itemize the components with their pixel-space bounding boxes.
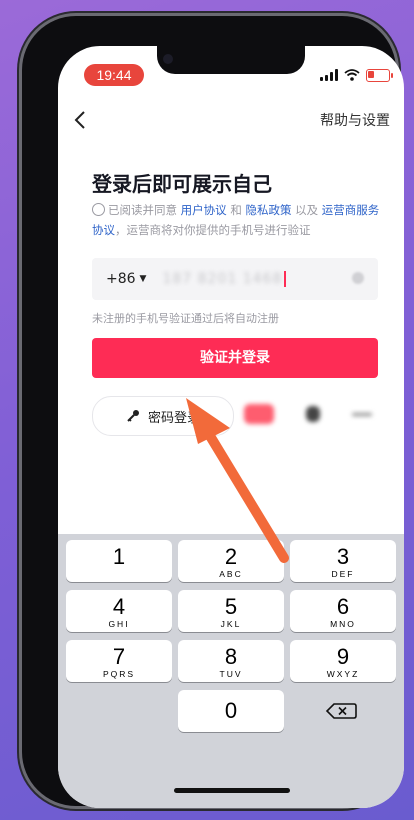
key-3-number: 3 (336, 544, 350, 569)
key-7-letters: PQRS (102, 669, 136, 679)
numeric-keypad: 1 2 ABC 3 DEF 4 GHI 5 JKL 6 MNO 7 PQRS 8 TUV 9W… (58, 534, 404, 808)
key-4-number: 4 (112, 594, 126, 619)
agreement-text: 已阅读并同意 用户协议 和 隐私政策 以及 运营商服务协议，运营商将对你提供的手… (92, 200, 382, 240)
key-5[interactable]: 5 JKL (178, 590, 284, 632)
privacy-policy-link[interactable]: 隐私政策 (245, 203, 291, 217)
agreement-suffix: ，运营商将对你提供的手机号进行验证 (115, 223, 311, 237)
back-button[interactable] (74, 108, 86, 136)
password-login-label: 密码登录 (147, 410, 200, 426)
help-settings-link[interactable]: 帮助与设置 (320, 110, 390, 130)
country-code-select[interactable]: +86 (106, 271, 136, 287)
other-login-methods (244, 404, 372, 424)
camera-icon (163, 54, 173, 64)
battery-icon (366, 68, 393, 82)
agreement-and-2: 以及 (295, 203, 319, 217)
clear-icon[interactable] (352, 272, 364, 284)
apple-login-icon[interactable] (306, 406, 320, 422)
key-2-letters: ABC (219, 569, 243, 579)
key-7-number: 7 (112, 644, 126, 669)
status-icons (320, 68, 393, 82)
caret-down-icon: ▼ (139, 274, 147, 284)
password-login-button[interactable]: 密码登录 (92, 396, 234, 436)
key-6-letters: MNO (330, 619, 356, 629)
key-6-number: 6 (336, 594, 350, 619)
key-5-number: 5 (224, 594, 238, 619)
more-options-icon[interactable] (352, 412, 372, 416)
verify-login-button[interactable]: 验证并登录 (92, 338, 378, 378)
page-title: 登录后即可展示自己 (92, 172, 272, 196)
key-0[interactable]: 0 (178, 690, 284, 732)
key-3[interactable]: 3 DEF (290, 540, 396, 582)
agreement-and: 和 (230, 203, 242, 217)
key-9-letters: WXYZ (326, 669, 360, 679)
chevron-left-icon (74, 111, 85, 129)
key-6[interactable]: 6 MNO (290, 590, 396, 632)
notch (157, 46, 305, 74)
user-agreement-link[interactable]: 用户协议 (181, 203, 227, 217)
key-9[interactable]: 9 WXYZ (290, 640, 396, 682)
text-cursor (284, 271, 287, 287)
phone-input[interactable]: 187 8201 1468 (162, 271, 282, 287)
key-0-number: 0 (224, 698, 238, 723)
phone-frame: 19:44 帮助与设置 登录后即可展示自己 已阅读并同意 用户协议 和 隐私政策 (22, 16, 404, 808)
key-5-letters: JKL (220, 619, 242, 629)
key-8-number: 8 (224, 644, 238, 669)
app-login-icon[interactable] (244, 404, 274, 424)
status-time: 19:44 (84, 64, 144, 86)
key-8-letters: TUV (219, 669, 243, 679)
key-3-letters: DEF (331, 569, 355, 579)
key-1[interactable]: 1 (66, 540, 172, 582)
key-7[interactable]: 7 PQRS (66, 640, 172, 682)
key-2-number: 2 (224, 544, 238, 569)
backspace-key[interactable] (290, 690, 396, 732)
key-8[interactable]: 8 TUV (178, 640, 284, 682)
backspace-icon (325, 703, 357, 719)
phone-number-field[interactable]: +86 ▼ 187 8201 1468 (92, 258, 378, 300)
key-9-number: 9 (336, 644, 350, 669)
key-4[interactable]: 4 GHI (66, 590, 172, 632)
key-1-number: 1 (112, 544, 126, 569)
key-2[interactable]: 2 ABC (178, 540, 284, 582)
screen: 19:44 帮助与设置 登录后即可展示自己 已阅读并同意 用户协议 和 隐私政策 (58, 46, 404, 808)
register-hint: 未注册的手机号验证通过后将自动注册 (92, 312, 279, 325)
key-4-letters: GHI (108, 619, 130, 629)
signal-icon (320, 69, 338, 81)
agreement-prefix: 已阅读并同意 (108, 203, 177, 217)
home-indicator (174, 788, 290, 793)
key-icon (127, 410, 139, 422)
agree-radio[interactable] (92, 203, 105, 216)
wifi-icon (344, 69, 360, 81)
